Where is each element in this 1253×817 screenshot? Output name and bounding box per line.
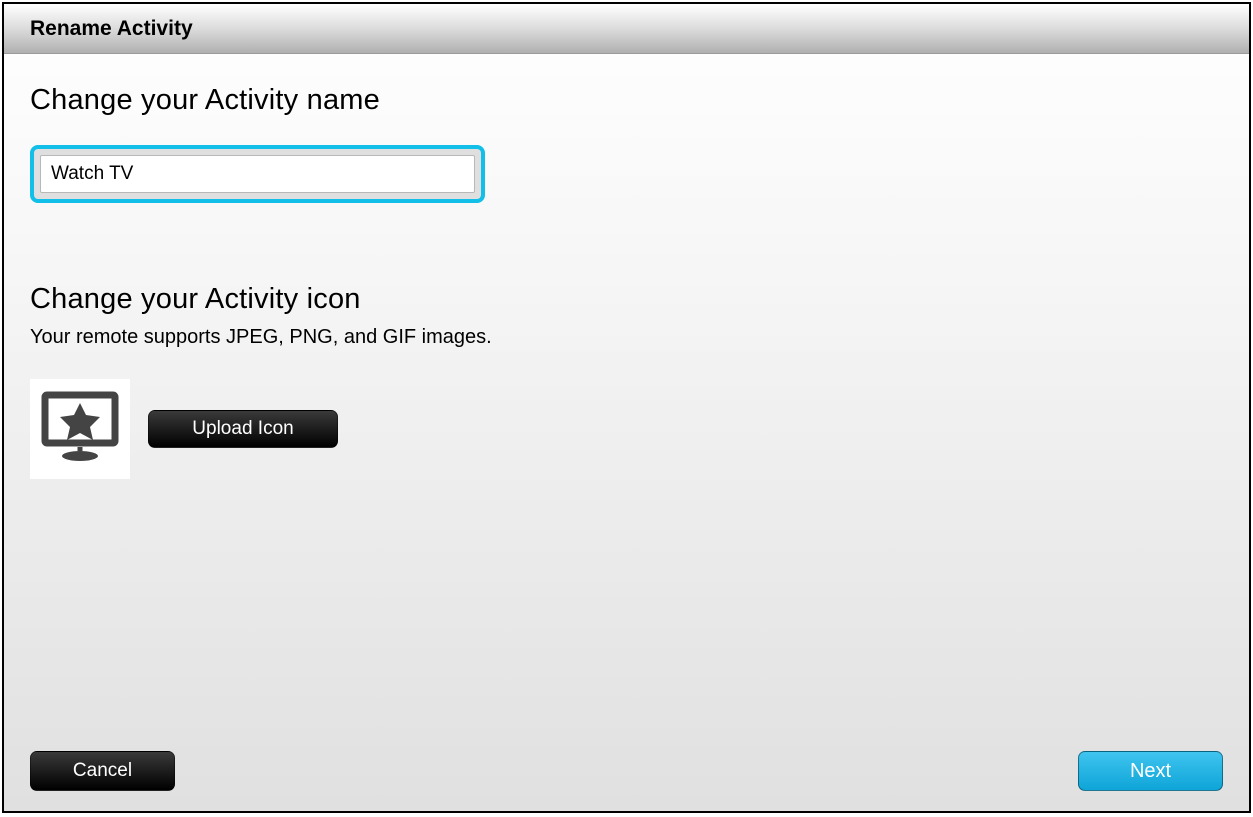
cancel-button[interactable]: Cancel [30, 751, 175, 791]
change-name-heading: Change your Activity name [30, 84, 1223, 117]
tv-star-icon [40, 391, 120, 468]
activity-icon-preview [30, 379, 130, 479]
dialog-content: Change your Activity name Change your Ac… [4, 54, 1249, 479]
icon-format-subtext: Your remote supports JPEG, PNG, and GIF … [30, 326, 1223, 349]
dialog-header: Rename Activity [4, 4, 1249, 54]
rename-activity-dialog: Rename Activity Change your Activity nam… [2, 2, 1251, 813]
upload-icon-button[interactable]: Upload Icon [148, 410, 338, 448]
dialog-title: Rename Activity [30, 17, 193, 41]
icon-row: Upload Icon [30, 379, 1223, 479]
activity-name-input-wrapper [30, 145, 485, 203]
change-icon-heading: Change your Activity icon [30, 283, 1223, 316]
activity-name-input[interactable] [40, 155, 475, 193]
next-button[interactable]: Next [1078, 751, 1223, 791]
dialog-footer: Cancel Next [4, 751, 1249, 791]
